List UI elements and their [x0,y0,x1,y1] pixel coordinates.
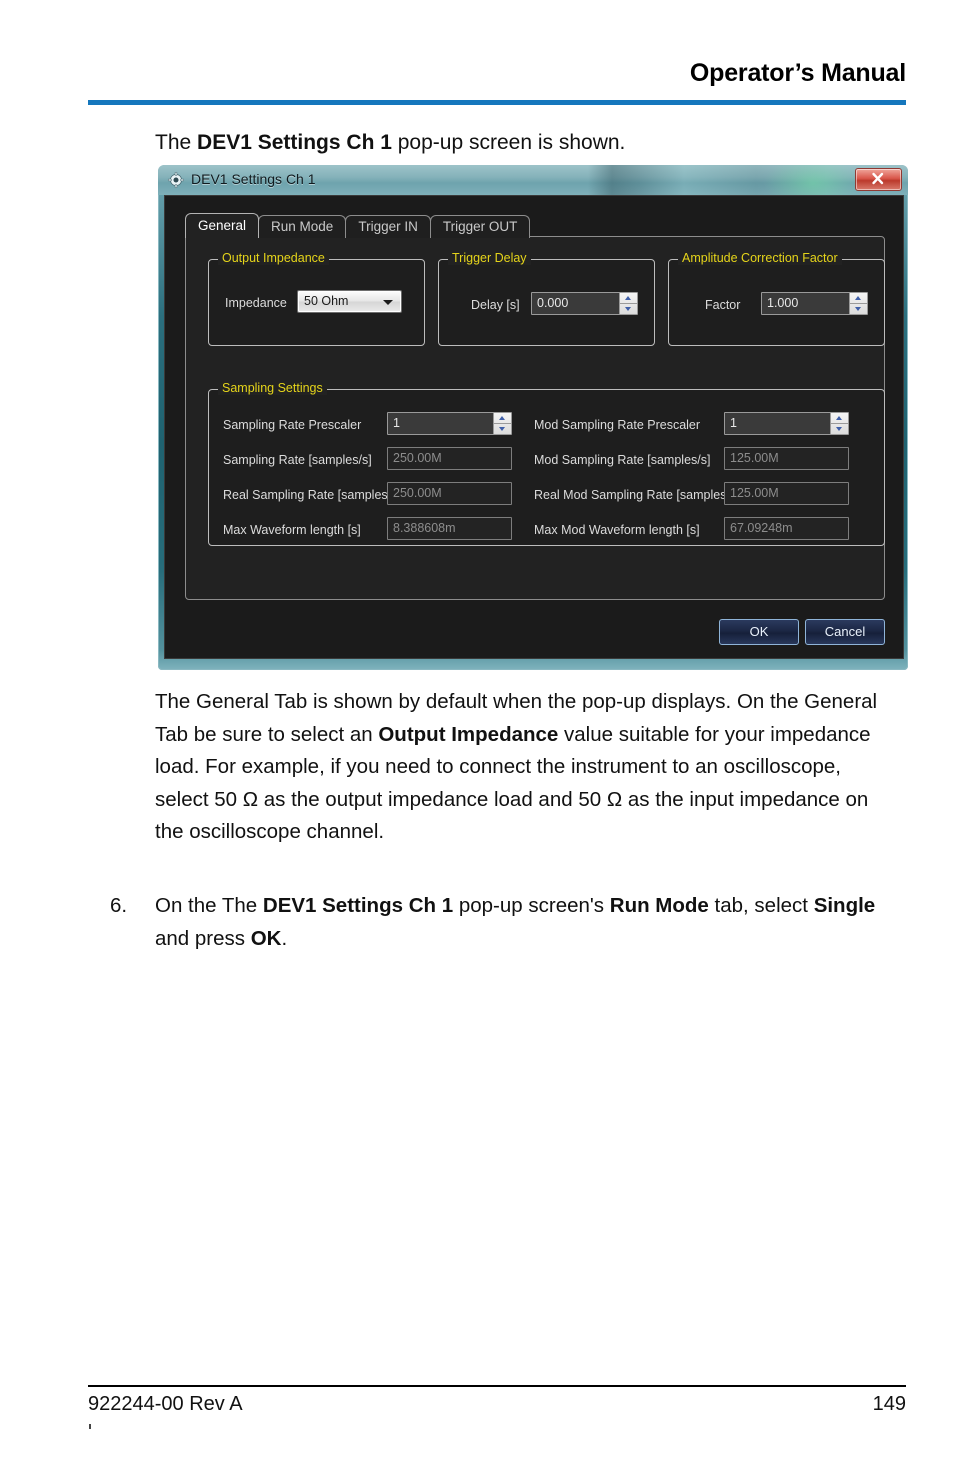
mod-sampling-rate-prescaler-stepper[interactable] [830,413,848,434]
step-text-3: tab, select [708,894,814,917]
max-waveform-length-value-field: 8.388608m [387,517,512,540]
step-bold-single: Single [813,894,876,917]
step-bold-run-mode: Run Mode [609,894,709,917]
step-bold-ok: OK [250,926,282,950]
dialog-title: DEV1 Settings Ch 1 [191,171,316,187]
real-sampling-rate-label: Real Sampling Rate [samples/s] [223,488,401,502]
mod-sampling-rate-prescaler-input[interactable]: 1 [724,412,849,435]
stepper-up-icon[interactable] [494,413,511,424]
intro-text-before: The [155,131,198,154]
impedance-label: Impedance [225,296,287,310]
paragraph-bold-output-impedance: Output Impedance [378,722,559,746]
max-waveform-length-value: 8.388608m [393,521,456,535]
mod-sampling-rate-value-field: 125.00M [724,447,849,470]
sampling-rate-label: Sampling Rate [samples/s] [223,453,372,467]
step-text-5: . [281,926,288,950]
real-sampling-rate-value: 250.00M [393,486,442,500]
delay-input-value: 0.000 [537,296,569,310]
real-mod-sampling-rate-label: Real Mod Sampling Rate [samples/s] [534,488,740,502]
factor-input[interactable]: 1.000 [761,292,868,315]
gear-icon [168,172,184,188]
page-title: Operator’s Manual [689,59,906,87]
stepper-up-icon[interactable] [850,293,867,304]
sampling-rate-prescaler-label: Sampling Rate Prescaler [223,418,362,432]
group-output-impedance-legend: Output Impedance [218,251,329,265]
step-text-4: and press [155,926,251,950]
group-sampling-settings: Sampling Settings Sampling Rate Prescale… [208,381,885,546]
tab-run-mode[interactable]: Run Mode [258,215,347,238]
tab-trigger-out[interactable]: Trigger OUT [429,215,531,238]
step-number: 6. [110,894,128,917]
step-bold-dialog-name: DEV1 Settings Ch 1 [262,894,454,917]
factor-label: Factor [705,298,741,312]
real-mod-sampling-rate-value-field: 125.00M [724,482,849,505]
header-divider [88,100,906,105]
group-amplitude-correction-legend: Amplitude Correction Factor [678,251,842,265]
tab-trigger-in[interactable]: Trigger IN [345,215,431,238]
group-trigger-delay: Trigger Delay Delay [s] 0.000 [438,251,655,346]
dialog-body: General Run Mode Trigger IN Trigger OUT … [164,195,904,659]
mod-sampling-rate-prescaler-value: 1 [730,416,737,430]
impedance-select[interactable]: 50 Ohm [297,290,402,313]
intro-text-after: pop-up screen is shown. [391,131,626,154]
step-text-2: pop-up screen's [453,894,610,917]
stepper-down-icon[interactable] [831,424,848,435]
mod-sampling-rate-value: 125.00M [730,451,779,465]
page-header: Operator’s Manual [88,59,906,88]
page-footer: 922244-00 Rev A 149 [88,1393,906,1416]
sampling-rate-prescaler-stepper[interactable] [493,413,511,434]
group-trigger-delay-legend: Trigger Delay [448,251,531,265]
general-tab-paragraph: The General Tab is shown by default when… [155,686,900,849]
factor-input-value: 1.000 [767,296,799,310]
tabpage-general: Output Impedance Impedance 50 Ohm Trigge… [185,236,885,600]
footer-divider [88,1385,906,1387]
footer-page-number: 149 [872,1393,906,1415]
delay-input[interactable]: 0.000 [531,292,638,315]
ok-button[interactable]: OK [719,619,799,645]
group-sampling-settings-legend: Sampling Settings [218,381,327,395]
close-icon[interactable] [855,168,902,191]
group-amplitude-correction: Amplitude Correction Factor Factor 1.000 [668,251,885,346]
max-mod-waveform-length-value-field: 67.09248m [724,517,849,540]
chevron-down-icon [383,300,393,305]
stepper-down-icon[interactable] [494,424,511,435]
dev1-settings-dialog[interactable]: DEV1 Settings Ch 1 General Run Mode Trig… [158,165,908,670]
tab-general[interactable]: General [185,213,260,238]
step-body: On the The DEV1 Settings Ch 1 pop-up scr… [155,890,900,955]
delay-label: Delay [s] [471,298,520,312]
real-mod-sampling-rate-value: 125.00M [730,486,779,500]
tabstrip: General Run Mode Trigger IN Trigger OUT [185,213,531,238]
stepper-up-icon[interactable] [831,413,848,424]
intro-text-bold: DEV1 Settings Ch 1 [197,131,392,154]
intro-sentence: The DEV1 Settings Ch 1 pop-up screen is … [155,131,625,155]
real-sampling-rate-value-field: 250.00M [387,482,512,505]
sampling-rate-value-field: 250.00M [387,447,512,470]
max-waveform-length-label: Max Waveform length [s] [223,523,361,537]
impedance-select-value: 50 Ohm [304,294,349,308]
stepper-down-icon[interactable] [850,304,867,315]
sampling-rate-prescaler-input[interactable]: 1 [387,412,512,435]
mod-sampling-rate-prescaler-label: Mod Sampling Rate Prescaler [534,418,701,432]
max-mod-waveform-length-label: Max Mod Waveform length [s] [534,523,700,537]
sampling-rate-prescaler-value: 1 [393,416,400,430]
step-text-1: On the The [155,894,263,917]
mod-sampling-rate-label: Mod Sampling Rate [samples/s] [534,453,711,467]
factor-stepper[interactable] [849,293,867,314]
step-6: 6. On the The DEV1 Settings Ch 1 pop-up … [110,890,900,955]
stepper-up-icon[interactable] [620,293,637,304]
delay-stepper[interactable] [619,293,637,314]
sampling-rate-value: 250.00M [393,451,442,465]
max-mod-waveform-length-value: 67.09248m [730,521,793,535]
cancel-button[interactable]: Cancel [805,619,885,645]
footer-tick-mark [89,1424,91,1429]
stepper-down-icon[interactable] [620,304,637,315]
group-output-impedance: Output Impedance Impedance 50 Ohm [208,251,425,346]
footer-document-number: 922244-00 Rev A [88,1393,243,1415]
